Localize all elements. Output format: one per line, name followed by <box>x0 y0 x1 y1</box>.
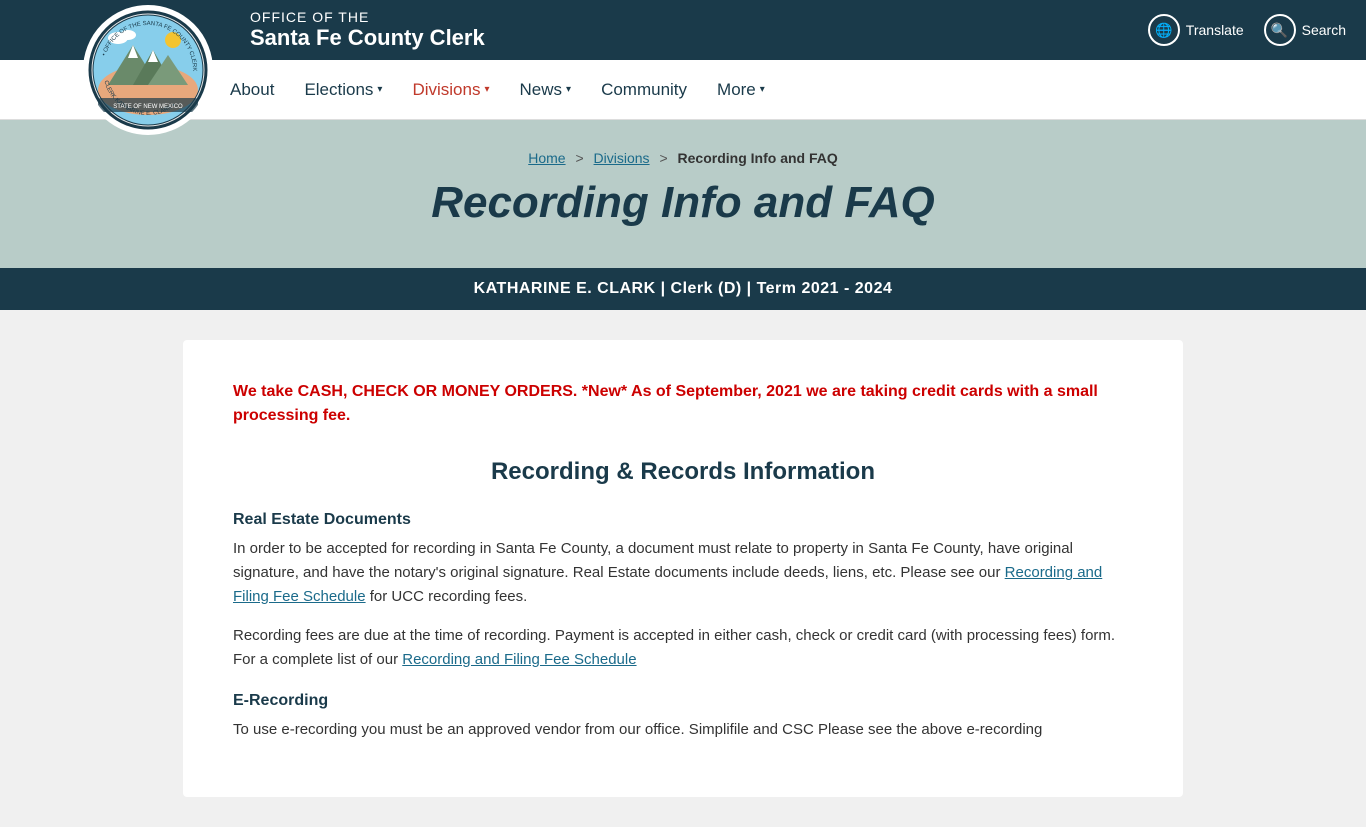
translate-button[interactable]: 🌐 Translate <box>1148 14 1244 46</box>
breadcrumb-home[interactable]: Home <box>528 150 565 166</box>
nav-news[interactable]: News ▾ <box>520 75 572 105</box>
main-content: We take CASH, CHECK OR MONEY ORDERS. *Ne… <box>183 340 1183 797</box>
nav-more[interactable]: More ▾ <box>717 75 765 105</box>
breadcrumb: Home > Divisions > Recording Info and FA… <box>20 150 1346 166</box>
office-line1: OFFICE OF THE <box>250 9 485 25</box>
top-header: • OFFICE OF THE SANTA FE COUNTY CLERK • … <box>0 0 1366 60</box>
notice-text: We take CASH, CHECK OR MONEY ORDERS. *Ne… <box>233 380 1133 428</box>
section-title: Recording & Records Information <box>233 458 1133 486</box>
breadcrumb-divisions[interactable]: Divisions <box>594 150 650 166</box>
svg-text:STATE OF NEW MEXICO: STATE OF NEW MEXICO <box>113 104 183 110</box>
main-nav: About Elections ▾ Divisions ▾ News ▾ Com… <box>230 75 765 105</box>
erecording-title: E-Recording <box>233 692 1133 710</box>
header-right: 🌐 Translate 🔍 Search <box>1148 14 1346 46</box>
real-estate-title: Real Estate Documents <box>233 511 1133 529</box>
page-title: Recording Info and FAQ <box>20 178 1346 228</box>
real-estate-text2: Recording fees are due at the time of re… <box>233 624 1133 672</box>
nav-community[interactable]: Community <box>601 75 687 105</box>
breadcrumb-sep2: > <box>659 150 671 166</box>
seal-logo: • OFFICE OF THE SANTA FE COUNTY CLERK • … <box>83 5 213 135</box>
breadcrumb-sep1: > <box>575 150 587 166</box>
nav-elections[interactable]: Elections ▾ <box>304 75 382 105</box>
breadcrumb-current: Recording Info and FAQ <box>678 150 838 166</box>
elections-dropdown-arrow: ▾ <box>377 84 382 95</box>
divisions-dropdown-arrow: ▾ <box>484 84 489 95</box>
nav-about[interactable]: About <box>230 75 274 105</box>
real-estate-text1: In order to be accepted for recording in… <box>233 537 1133 609</box>
translate-icon: 🌐 <box>1148 14 1180 46</box>
search-button[interactable]: 🔍 Search <box>1264 14 1346 46</box>
office-title: OFFICE OF THE Santa Fe County Clerk <box>250 9 485 51</box>
news-dropdown-arrow: ▾ <box>566 84 571 95</box>
search-icon: 🔍 <box>1264 14 1296 46</box>
office-line2: Santa Fe County Clerk <box>250 25 485 51</box>
page-banner: Home > Divisions > Recording Info and FA… <box>0 120 1366 268</box>
more-dropdown-arrow: ▾ <box>760 84 765 95</box>
erecording-text: To use e-recording you must be an approv… <box>233 718 1133 742</box>
fee-schedule-link-2[interactable]: Recording and Filing Fee Schedule <box>402 651 636 668</box>
clerk-bar: KATHARINE E. CLARK | Clerk (D) | Term 20… <box>0 268 1366 310</box>
nav-divisions[interactable]: Divisions ▾ <box>412 75 489 105</box>
